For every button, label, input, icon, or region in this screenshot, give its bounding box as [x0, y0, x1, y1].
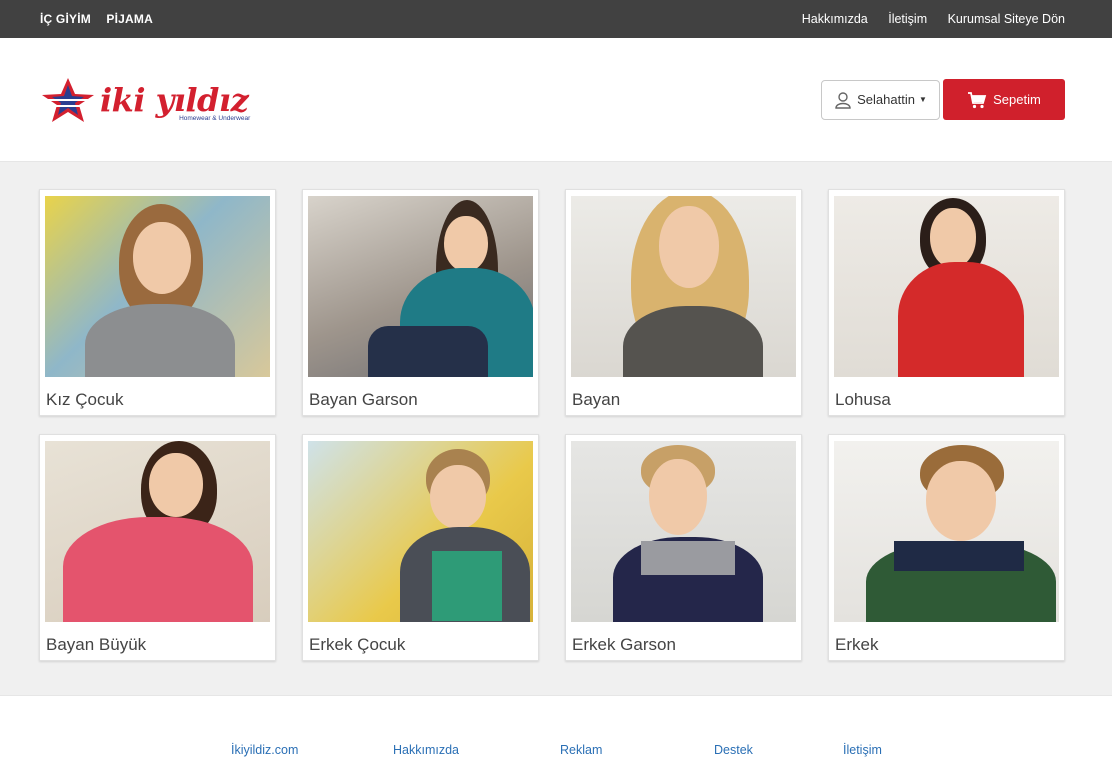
nav-ic-giyim[interactable]: İÇ GİYİM — [40, 12, 91, 26]
header-actions: Selahattin ▼ Sepetim — [821, 79, 1065, 120]
caret-down-icon: ▼ — [918, 95, 927, 104]
logo-wordmark: iki yıldız — [100, 80, 249, 119]
category-photo — [834, 196, 1059, 377]
user-menu-button[interactable]: Selahattin ▼ — [821, 79, 940, 120]
footer-link-ikiyildiz[interactable]: İkiyildiz.com — [231, 743, 298, 757]
category-label: Bayan Garson — [309, 390, 418, 409]
top-nav-left: İÇ GİYİM PİJAMA — [40, 10, 164, 28]
category-photo — [571, 441, 796, 622]
user-name: Selahattin — [857, 92, 915, 107]
footer-link-destek[interactable]: Destek — [714, 743, 753, 757]
nav-pijama[interactable]: PİJAMA — [106, 12, 153, 26]
footer-link-reklam[interactable]: Reklam — [560, 743, 602, 757]
user-icon — [834, 91, 852, 109]
logo-tagline: Homewear & Underwear — [179, 114, 251, 122]
footer-link-hakkimizda[interactable]: Hakkımızda — [393, 743, 459, 757]
cart-button[interactable]: Sepetim — [943, 79, 1065, 120]
category-photo — [571, 196, 796, 377]
category-card-bayan[interactable]: Bayan — [565, 189, 802, 416]
category-photo — [308, 441, 533, 622]
category-photo — [308, 196, 533, 377]
site-footer: İkiyildiz.com Hakkımızda Reklam Destek İ… — [0, 695, 1112, 767]
category-card-bayan-garson[interactable]: Bayan Garson — [302, 189, 539, 416]
nav-iletisim[interactable]: İletişim — [888, 12, 927, 26]
category-label: Lohusa — [835, 390, 891, 409]
site-header: iki yıldız Homewear & Underwear Selahatt… — [0, 38, 1112, 162]
brand-logo[interactable]: iki yıldız Homewear & Underwear — [40, 76, 250, 124]
category-label: Bayan Büyük — [46, 635, 147, 654]
category-photo — [45, 196, 270, 377]
category-photo — [45, 441, 270, 622]
category-photo — [834, 441, 1059, 622]
cart-label: Sepetim — [993, 92, 1041, 107]
category-label: Erkek Garson — [572, 635, 676, 654]
star-logo-icon — [42, 77, 94, 122]
category-grid: Kız Çocuk Bayan Garson Bayan Lohusa Baya… — [0, 162, 1112, 661]
footer-link-iletisim[interactable]: İletişim — [843, 743, 882, 757]
category-label: Bayan — [572, 390, 621, 409]
category-card-erkek-garson[interactable]: Erkek Garson — [565, 434, 802, 661]
top-nav-right: Hakkımızda İletişim Kurumsal Siteye Dön — [786, 10, 1065, 28]
category-card-lohusa[interactable]: Lohusa — [828, 189, 1065, 416]
category-label: Erkek Çocuk — [309, 635, 406, 654]
category-label: Erkek — [835, 635, 879, 654]
logo-text: iki yıldız Homewear & Underwear — [100, 80, 250, 122]
category-card-kiz-cocuk[interactable]: Kız Çocuk — [39, 189, 276, 416]
category-card-bayan-buyuk[interactable]: Bayan Büyük — [39, 434, 276, 661]
category-card-erkek[interactable]: Erkek — [828, 434, 1065, 661]
top-navbar: İÇ GİYİM PİJAMA Hakkımızda İletişim Kuru… — [0, 0, 1112, 38]
nav-kurumsal-site[interactable]: Kurumsal Siteye Dön — [948, 12, 1065, 26]
category-label: Kız Çocuk — [46, 390, 124, 409]
category-card-erkek-cocuk[interactable]: Erkek Çocuk — [302, 434, 539, 661]
cart-icon — [967, 91, 987, 109]
nav-hakkimizda[interactable]: Hakkımızda — [802, 12, 868, 26]
